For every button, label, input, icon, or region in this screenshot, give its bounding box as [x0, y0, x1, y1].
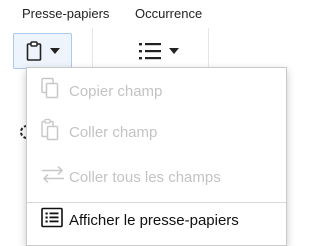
menu-item-label: Coller champ: [69, 123, 158, 141]
occurrence-dropdown-button[interactable]: [128, 33, 190, 69]
occurrence-group-label: Occurrence: [135, 6, 203, 21]
clipboard-dropdown-menu: Copier champ Coller champ Coller tous le…: [26, 67, 287, 246]
menu-item-copy-field[interactable]: Copier champ: [27, 71, 286, 111]
menu-item-label: Afficher le presse-papiers: [69, 211, 239, 229]
list-icon: [139, 42, 161, 60]
toolbar-divider: [92, 28, 93, 68]
toolbar-divider: [208, 28, 209, 68]
paste-icon: [41, 118, 59, 146]
arrows-icon: [41, 165, 65, 189]
clipboard-group-label: Presse-papiers: [22, 6, 110, 21]
menu-item-show-clipboard[interactable]: Afficher le presse-papiers: [27, 200, 286, 240]
caret-down-icon: [49, 48, 60, 54]
menu-item-paste-all-fields[interactable]: Coller tous les champs: [27, 157, 286, 197]
clipboard-dropdown-button[interactable]: [13, 33, 72, 69]
clipboard-icon: [26, 41, 42, 61]
list-box-icon: [41, 207, 63, 233]
copy-icon: [41, 77, 59, 105]
menu-item-label: Coller tous les champs: [69, 168, 221, 186]
menu-item-paste-field[interactable]: Coller champ: [27, 112, 286, 152]
menu-item-label: Copier champ: [69, 82, 163, 100]
caret-down-icon: [169, 48, 179, 54]
